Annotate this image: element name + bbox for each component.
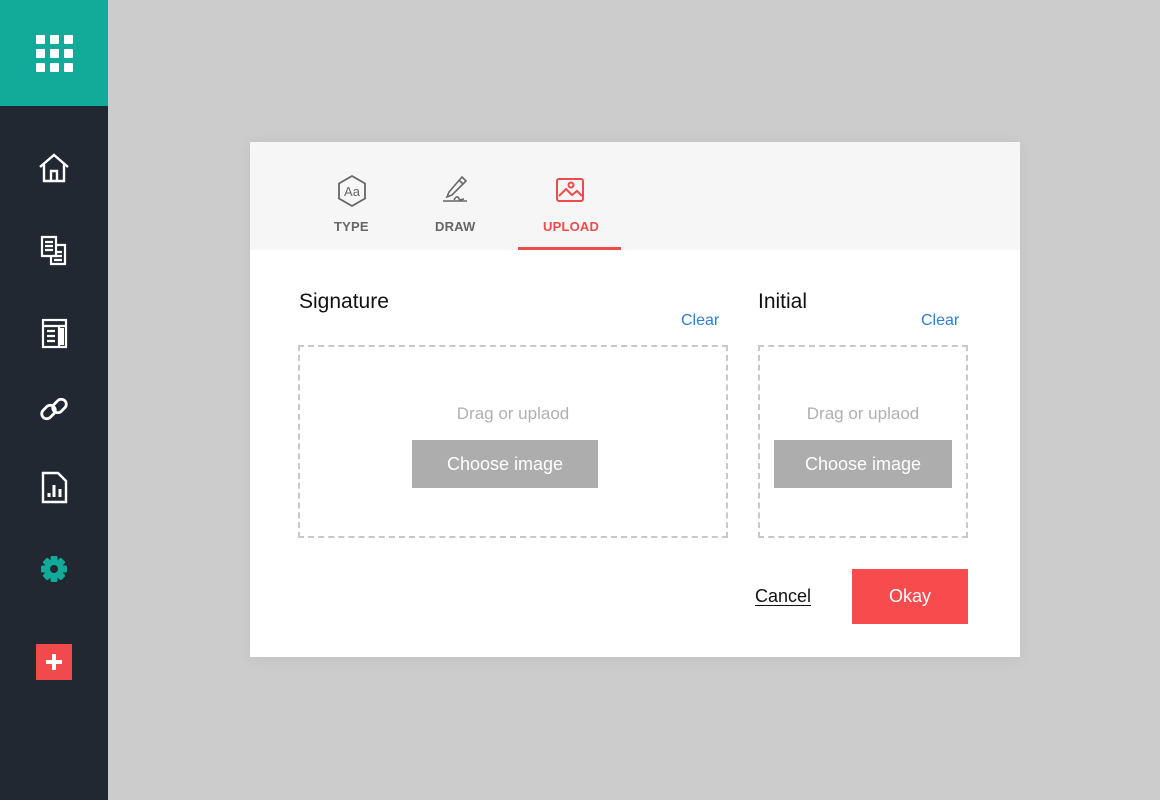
tab-draw-label: DRAW (435, 219, 476, 234)
gear-icon (41, 556, 67, 582)
type-aa-icon: Aa (338, 174, 366, 208)
signature-title: Signature (299, 290, 389, 313)
sidebar-item-home[interactable] (34, 148, 74, 188)
image-upload-icon (556, 178, 584, 202)
sidebar-item-links[interactable] (34, 389, 74, 429)
signature-clear-link[interactable]: Clear (681, 312, 719, 330)
sidebar-item-templates[interactable] (34, 313, 74, 353)
initial-title: Initial (758, 290, 808, 313)
apps-menu-button[interactable] (0, 0, 108, 106)
sidebar (0, 0, 108, 800)
sidebar-item-settings[interactable] (34, 546, 74, 586)
tab-type-label: TYPE (334, 219, 369, 234)
active-tab-indicator (518, 247, 621, 250)
apps-grid-icon (35, 34, 73, 72)
initial-choose-image-button[interactable]: Choose image (774, 440, 952, 488)
signature-dialog: Aa TYPE DRAW UPLOAD Signature Clear Drag… (250, 142, 1020, 657)
pen-draw-icon (443, 175, 468, 202)
sidebar-item-reports[interactable] (34, 467, 74, 507)
tab-upload-label: UPLOAD (543, 219, 600, 234)
initial-dropzone[interactable]: Drag or uplaod Choose image (758, 345, 968, 538)
plus-icon (46, 654, 62, 670)
home-icon (39, 153, 69, 183)
signature-choose-image-button[interactable]: Choose image (412, 440, 598, 488)
initial-clear-link[interactable]: Clear (921, 312, 959, 330)
tab-upload[interactable]: UPLOAD (518, 142, 621, 250)
svg-text:Aa: Aa (344, 184, 361, 199)
template-icon (41, 318, 68, 349)
link-icon (40, 397, 68, 421)
add-button[interactable] (36, 644, 72, 680)
report-icon (41, 471, 68, 504)
documents-icon (40, 235, 67, 266)
initial-drop-hint: Drag or uplaod (806, 404, 920, 423)
sidebar-item-documents[interactable] (34, 230, 74, 270)
signature-drop-hint: Drag or uplaod (456, 404, 570, 423)
tab-type[interactable]: Aa TYPE (330, 142, 374, 250)
cancel-button[interactable]: Cancel (755, 586, 811, 607)
okay-button[interactable]: Okay (852, 569, 968, 624)
signature-dropzone[interactable]: Drag or uplaod Choose image (298, 345, 728, 538)
tab-draw[interactable]: DRAW (432, 142, 480, 250)
tab-bar: Aa TYPE DRAW UPLOAD (250, 142, 1020, 250)
